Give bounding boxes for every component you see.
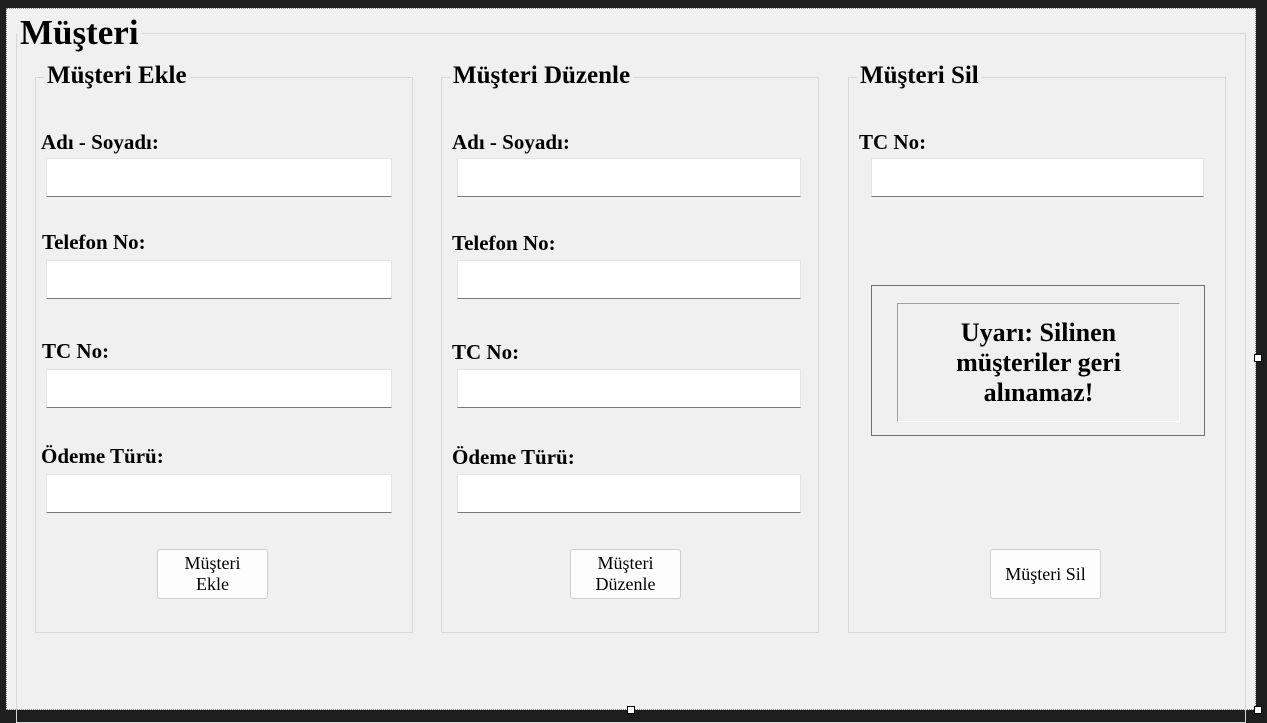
add-button-label: Müşteri Ekle [184, 553, 241, 594]
edit-payment-label: Ödeme Türü: [452, 445, 575, 469]
resize-handle-bottom[interactable] [627, 706, 635, 714]
warning-text: Uyarı: Silinen müşteriler geri alınamaz! [956, 317, 1121, 407]
add-phone-input[interactable] [46, 260, 392, 299]
add-name-input[interactable] [46, 158, 392, 197]
add-group-title: Müşteri Ekle [44, 62, 190, 90]
add-payment-input[interactable] [46, 474, 392, 513]
resize-handle-right[interactable] [1254, 354, 1262, 362]
edit-group-title: Müşteri Düzenle [450, 62, 634, 90]
edit-button-label: Müşteri Düzenle [595, 553, 656, 594]
edit-tc-input[interactable] [457, 369, 801, 408]
edit-tc-label: TC No: [452, 340, 520, 364]
edit-name-label: Adı - Soyadı: [452, 130, 570, 154]
add-phone-label: Telefon No: [42, 230, 146, 254]
edit-customer-button[interactable]: Müşteri Düzenle [570, 549, 681, 599]
delete-button-label: Müşteri Sil [1005, 563, 1086, 584]
add-name-label: Adı - Soyadı: [41, 130, 159, 154]
resize-handle-corner[interactable] [1254, 706, 1262, 714]
page-title: Müşteri [17, 13, 142, 53]
edit-phone-input[interactable] [457, 260, 801, 299]
delete-customer-button[interactable]: Müşteri Sil [990, 549, 1101, 599]
edit-phone-label: Telefon No: [452, 231, 556, 255]
delete-group-title: Müşteri Sil [857, 62, 982, 90]
edit-payment-input[interactable] [457, 474, 801, 513]
delete-tc-input[interactable] [871, 158, 1204, 197]
add-tc-label: TC No: [42, 339, 110, 363]
warning-panel: Uyarı: Silinen müşteriler geri alınamaz! [897, 303, 1180, 422]
delete-tc-label: TC No: [859, 130, 927, 154]
add-payment-label: Ödeme Türü: [41, 444, 164, 468]
edit-name-input[interactable] [457, 158, 801, 197]
add-tc-input[interactable] [46, 369, 392, 408]
add-customer-button[interactable]: Müşteri Ekle [157, 549, 268, 599]
